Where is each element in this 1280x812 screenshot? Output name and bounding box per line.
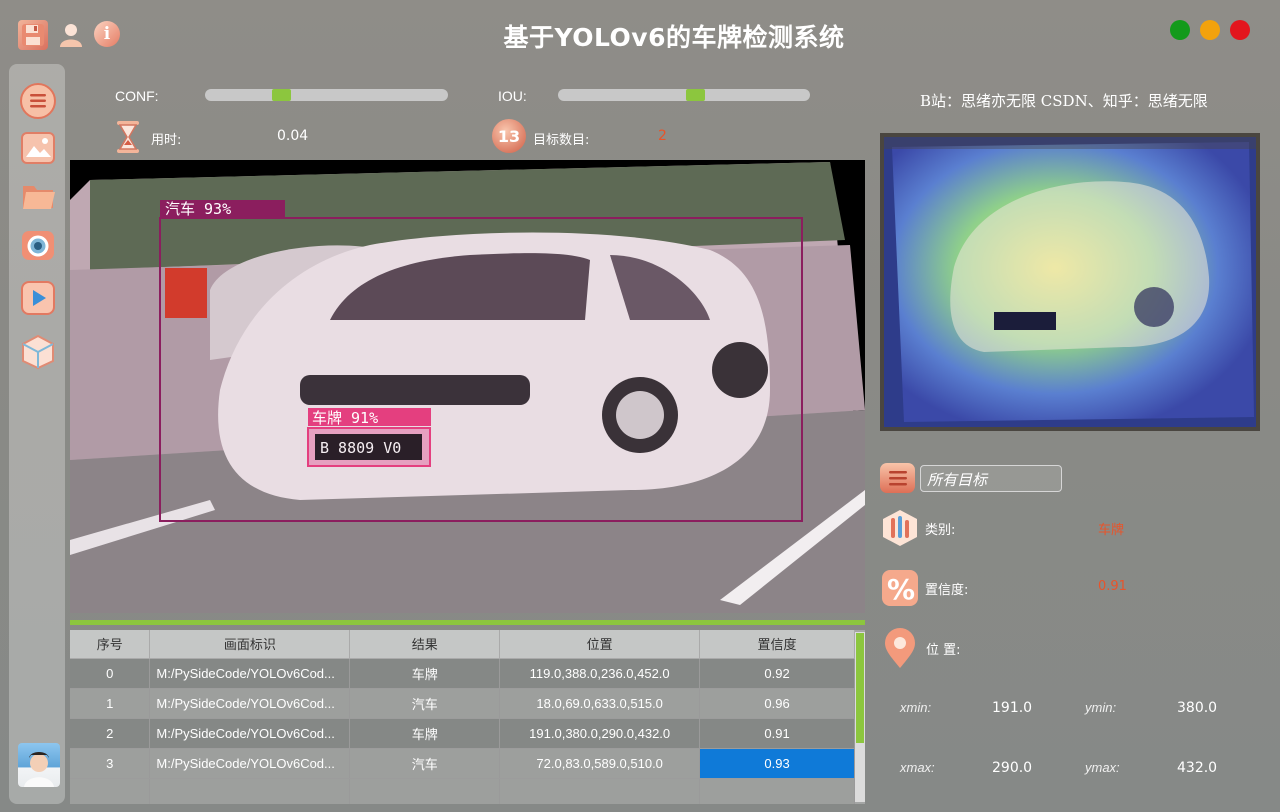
plate-text: B 8809 V0	[320, 439, 401, 457]
col-header-confidence[interactable]: 置信度	[699, 630, 855, 659]
author-credit: B站：思绪亦无限 CSDN、知乎：思绪无限	[920, 92, 1208, 110]
image-icon[interactable]	[20, 130, 56, 166]
confidence-label: 置信度:	[925, 583, 969, 598]
cell-position[interactable]: 18.0,69.0,633.0,515.0	[499, 688, 701, 719]
cell-confidence[interactable]: 0.96	[699, 688, 855, 719]
menu-icon[interactable]	[20, 83, 56, 119]
xmax-label: xmax:	[900, 760, 935, 775]
ymax-label: ymax:	[1085, 760, 1120, 775]
hourglass-icon	[116, 120, 140, 158]
cell-confidence[interactable]: 0.92	[699, 658, 855, 689]
category-icon	[880, 508, 918, 546]
conf-slider-handle[interactable]	[272, 89, 292, 101]
col-header-id[interactable]: 序号	[70, 630, 151, 659]
cell-id[interactable]: 1	[70, 688, 151, 719]
table-row[interactable]: 2 M:/PySideCode/YOLOv6Cod... 车牌 191.0,38…	[70, 718, 855, 749]
location-pin-icon	[880, 628, 918, 668]
cell-path[interactable]: M:/PySideCode/YOLOv6Cod...	[149, 658, 351, 689]
video-icon[interactable]	[20, 280, 56, 316]
ymax-value: 432.0	[1177, 760, 1218, 776]
cell-result[interactable]: 汽车	[349, 748, 501, 779]
count-label: 目标数目:	[533, 133, 590, 148]
cell-id[interactable]: 3	[70, 748, 151, 779]
separator	[70, 620, 865, 625]
xmax-value: 290.0	[992, 760, 1033, 776]
cell-path[interactable]: M:/PySideCode/YOLOv6Cod...	[149, 718, 351, 749]
app-title: 基于YOLOv6的车牌检测系统	[503, 23, 845, 52]
minimize-button[interactable]	[1200, 20, 1220, 40]
col-header-position[interactable]: 位置	[499, 630, 701, 659]
xmin-value: 191.0	[992, 700, 1033, 716]
cell-id[interactable]: 2	[70, 718, 151, 749]
cell-confidence-selected[interactable]: 0.93	[699, 748, 855, 779]
xmin-label: xmin:	[900, 700, 932, 715]
close-button[interactable]	[1230, 20, 1250, 40]
col-header-result[interactable]: 结果	[349, 630, 501, 659]
heatmap-view	[880, 133, 1260, 431]
maximize-button[interactable]	[1170, 20, 1190, 40]
position-label: 位 置:	[926, 643, 961, 658]
cell-position[interactable]: 72.0,83.0,589.0,510.0	[499, 748, 701, 779]
class-value: 车牌	[1098, 523, 1125, 538]
count-value: 2	[658, 128, 667, 144]
iou-slider-handle[interactable]	[686, 89, 706, 101]
conf-label: CONF:	[115, 88, 159, 104]
ymin-value: 380.0	[1177, 700, 1218, 716]
cell-id[interactable]: 0	[70, 658, 151, 689]
cell-position[interactable]: 119.0,388.0,236.0,452.0	[499, 658, 701, 689]
percent-icon: %	[880, 568, 918, 606]
cell-result[interactable]: 车牌	[349, 658, 501, 689]
col-header-path[interactable]: 画面标识	[149, 630, 351, 659]
time-label: 用时:	[151, 133, 182, 148]
cell-path[interactable]: M:/PySideCode/YOLOv6Cod...	[149, 688, 351, 719]
sidebar	[9, 64, 65, 804]
ymin-label: ymin:	[1085, 700, 1117, 715]
iou-slider[interactable]	[558, 89, 810, 101]
folder-icon[interactable]	[20, 178, 56, 214]
cell-path[interactable]: M:/PySideCode/YOLOv6Cod...	[149, 748, 351, 779]
class-label: 类别:	[925, 523, 956, 538]
cell-position[interactable]: 191.0,380.0,290.0,432.0	[499, 718, 701, 749]
time-value: 0.04	[277, 128, 309, 144]
avatar[interactable]	[18, 743, 60, 787]
cell-result[interactable]: 车牌	[349, 718, 501, 749]
table-scrollbar-thumb[interactable]	[856, 633, 864, 743]
filter-menu-icon[interactable]	[880, 463, 915, 493]
cell-confidence[interactable]: 0.91	[699, 718, 855, 749]
cell-result[interactable]: 汽车	[349, 688, 501, 719]
svg-text:%: %	[887, 573, 915, 606]
conf-slider[interactable]	[205, 89, 448, 101]
table-row-empty	[70, 778, 855, 804]
camera-icon[interactable]	[20, 227, 56, 263]
plate-detection-label: 车牌 91%	[312, 409, 378, 427]
table-row[interactable]: 3 M:/PySideCode/YOLOv6Cod... 汽车 72.0,83.…	[70, 748, 855, 779]
confidence-value: 0.91	[1098, 579, 1127, 594]
detection-image-view: 汽车 93% 车牌 91% B 8809 V0	[70, 160, 865, 613]
iou-label: IOU:	[498, 88, 527, 104]
table-row[interactable]: 0 M:/PySideCode/YOLOv6Cod... 车牌 119.0,38…	[70, 658, 855, 689]
target-filter-select[interactable]: 所有目标	[920, 465, 1062, 492]
model-icon[interactable]	[20, 334, 56, 370]
count-icon: 13	[492, 119, 526, 153]
table-row[interactable]: 1 M:/PySideCode/YOLOv6Cod... 汽车 18.0,69.…	[70, 688, 855, 719]
results-table[interactable]: 序号 画面标识 结果 位置 置信度 0 M:/PySideCode/YOLOv6…	[70, 630, 865, 804]
car-detection-label: 汽车 93%	[165, 200, 231, 218]
